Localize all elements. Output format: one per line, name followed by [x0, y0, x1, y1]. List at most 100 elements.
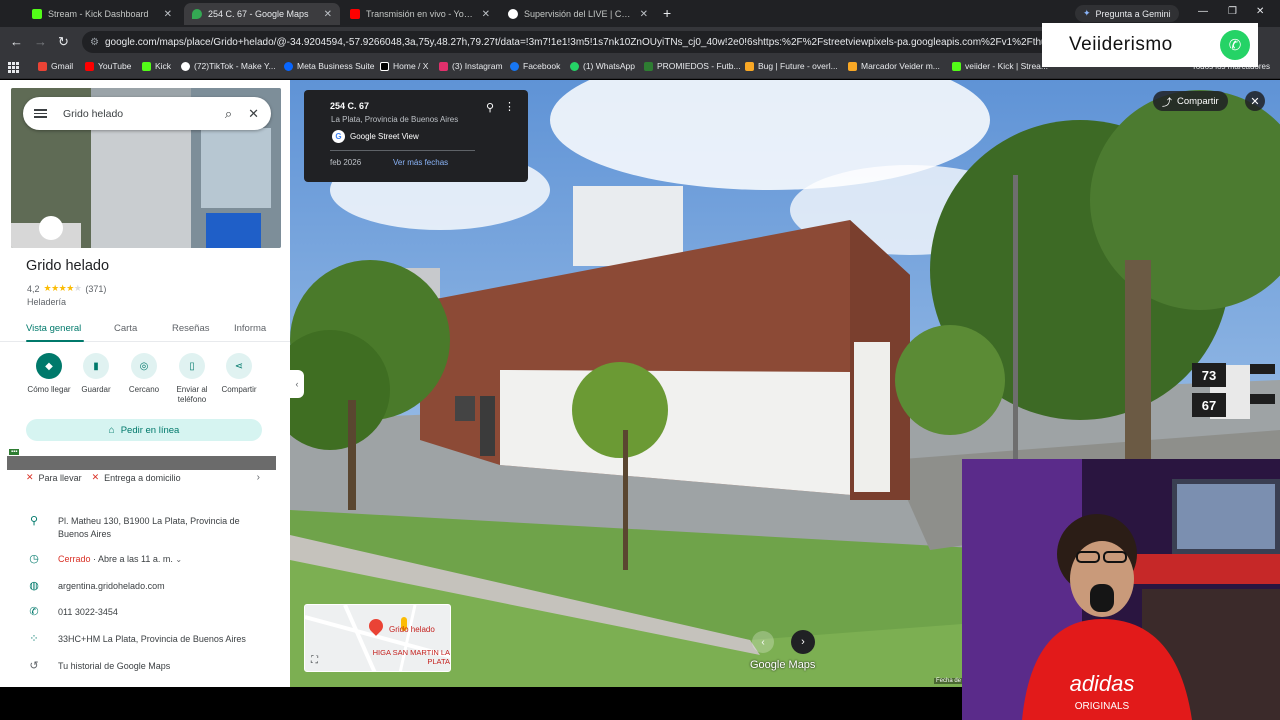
chevron-right-icon[interactable]: ›: [257, 472, 260, 483]
clock-icon: ◷: [29, 553, 39, 565]
bookmark-label: Home / X: [393, 61, 429, 71]
address-row[interactable]: ⚲ Pl. Matheu 130, B1900 La Plata, Provin…: [26, 514, 276, 542]
service-options[interactable]: ✕ Para llevar ✕ Entrega a domicilio ›: [26, 472, 266, 483]
sv-address-subtitle: La Plata, Provincia de Buenos Aires: [331, 115, 459, 124]
mini-map-poi-label: HIGA SAN MARTIN LA PLATA: [372, 648, 450, 666]
sv-capture-date: feb 2026: [330, 158, 362, 167]
svg-text:ORIGINALS: ORIGINALS: [1075, 701, 1130, 712]
kick-icon: [142, 61, 151, 71]
tab-youtube-live[interactable]: Transmisión en vivo - YouTube ✕: [342, 3, 498, 25]
imagery-date-footer: Fecha de: [934, 678, 964, 684]
shopping-bag-icon: ⌂: [108, 424, 115, 436]
window-close-icon[interactable]: ✕: [1256, 6, 1264, 17]
bookmark-label: (72)TikTok - Make Y...: [194, 61, 276, 71]
close-icon[interactable]: ✕: [640, 9, 648, 20]
location-pin-icon[interactable]: ⚲: [486, 101, 494, 114]
bookmark-marcador[interactable]: Marcador Veider m...: [848, 61, 940, 71]
webcam-overlay: adidas ORIGINALS: [962, 459, 1280, 720]
place-name: Grido helado: [26, 258, 110, 274]
bookmark-meta[interactable]: Meta Business Suite: [284, 61, 374, 71]
promiedos-icon: [644, 61, 653, 71]
bookmark-gmail[interactable]: Gmail: [38, 61, 73, 71]
google-g-icon: G: [332, 130, 345, 143]
nearby-button[interactable]: ◎ Cercano: [119, 353, 169, 395]
bookmark-tiktok[interactable]: (72)TikTok - Make Y...: [181, 61, 276, 71]
tab-google-maps[interactable]: 254 C. 67 - Google Maps ✕: [184, 3, 340, 25]
bookmark-youtube[interactable]: YouTube: [85, 61, 131, 71]
place-tabs: Vista general Carta Reseñas Informa: [0, 316, 290, 342]
brand-name: Veiiderismo: [1069, 34, 1173, 55]
close-icon[interactable]: ✕: [164, 9, 172, 20]
close-street-view-button[interactable]: ✕: [1245, 91, 1265, 111]
history-text: Tu historial de Google Maps: [58, 661, 171, 671]
bookmark-whatsapp[interactable]: (1) WhatsApp: [570, 61, 635, 71]
close-icon: ✕: [1250, 95, 1260, 108]
bookmark-x[interactable]: Home / X: [380, 61, 428, 71]
share-button[interactable]: ⤴ Compartir: [1153, 91, 1228, 111]
search-input[interactable]: Grido helado: [63, 108, 225, 120]
chevron-right-icon: ›: [801, 636, 805, 648]
tab-overview[interactable]: Vista general: [26, 323, 81, 334]
bookmark-kick[interactable]: Kick: [142, 61, 171, 71]
send-to-phone-button[interactable]: ▯ Enviar al teléfono: [167, 353, 217, 405]
place-rating[interactable]: 4,2 ★★★★★ (371): [27, 283, 106, 294]
place-category[interactable]: Heladería: [27, 297, 66, 307]
tab-info[interactable]: Informa: [234, 323, 266, 334]
share-place-button[interactable]: ⋖ Compartir: [214, 353, 264, 395]
service-option-takeout: Para llevar: [38, 472, 82, 483]
forward-icon[interactable]: →: [34, 34, 47, 49]
share-icon: ⋖: [226, 353, 252, 379]
gemini-button[interactable]: ✦ Pregunta a Gemini: [1075, 5, 1179, 22]
chevron-down-icon[interactable]: ⌄: [175, 555, 182, 564]
google-maps-logo: Google Maps: [750, 659, 816, 671]
mini-map[interactable]: Grido helado HIGA SAN MARTIN LA PLATA ⛶: [304, 604, 451, 672]
search-box[interactable]: Grido helado ⌕ ✕: [23, 97, 271, 130]
bookmark-facebook[interactable]: Facebook: [510, 61, 560, 71]
reload-icon[interactable]: ↻: [58, 34, 69, 50]
collapse-panel-button[interactable]: ‹: [290, 370, 304, 398]
action-label: Guardar: [81, 385, 111, 394]
tab-kick-dashboard[interactable]: Stream - Kick Dashboard ✕: [24, 3, 180, 25]
review-count[interactable]: (371): [85, 284, 106, 294]
history-row[interactable]: ↺ Tu historial de Google Maps: [26, 659, 276, 675]
new-tab-button[interactable]: +: [663, 5, 671, 21]
plus-code-row[interactable]: ⁘ 33HC+HM La Plata, Provincia de Buenos …: [26, 632, 276, 648]
phone-text: 011 3022-3454: [58, 607, 118, 617]
action-label: Cómo llegar: [27, 385, 71, 394]
phone-row[interactable]: ✆ 011 3022-3454: [26, 605, 276, 621]
marcador-icon: [848, 61, 857, 71]
restore-icon[interactable]: ❐: [1228, 6, 1237, 17]
bookmark-promiedos[interactable]: PROMIEDOS - Futb...: [644, 61, 741, 71]
close-icon[interactable]: ✕: [324, 9, 332, 20]
tab-label: Stream - Kick Dashboard: [48, 9, 149, 19]
more-options-icon[interactable]: ⋮: [504, 100, 515, 113]
more-dates-link[interactable]: Ver más fechas: [393, 158, 448, 167]
search-icon[interactable]: ⌕: [225, 106, 232, 122]
close-icon[interactable]: ✕: [482, 9, 490, 20]
bookmark-instagram[interactable]: (3) Instagram: [439, 61, 503, 71]
street-sign-67: 67: [1202, 398, 1216, 413]
tab-reviews[interactable]: Reseñas: [172, 323, 210, 334]
hours-row[interactable]: ◷ Cerrado · Abre a las 11 a. m. ⌄: [26, 552, 276, 568]
street-sign-73: 73: [1202, 368, 1216, 383]
directions-button[interactable]: ◆ Cómo llegar: [24, 353, 74, 395]
tab-menu[interactable]: Carta: [114, 323, 137, 334]
phone-send-icon: ▯: [179, 353, 205, 379]
save-button[interactable]: ▮ Guardar: [71, 353, 121, 395]
site-info-icon[interactable]: ⚙: [90, 37, 99, 48]
minimize-icon[interactable]: —: [1198, 6, 1208, 17]
next-arrow-button[interactable]: ›: [791, 630, 815, 654]
previous-arrow-button[interactable]: ‹: [752, 631, 774, 653]
bookmark-veiider-kick[interactable]: veiider - Kick | Strea...: [952, 61, 1048, 71]
back-icon[interactable]: ←: [10, 34, 23, 49]
bookmark-bug-future[interactable]: Bug | Future - overl...: [745, 61, 838, 71]
website-row[interactable]: ◍ argentina.gridohelado.com: [26, 579, 276, 595]
bookmark-label: PROMIEDOS - Futb...: [657, 61, 741, 71]
clear-search-icon[interactable]: ✕: [248, 106, 259, 122]
menu-icon[interactable]: [34, 109, 47, 118]
place-side-panel: Grido helado ⌕ ✕ Grido helado 4,2 ★★★★★ …: [0, 80, 290, 687]
apps-grid-icon[interactable]: [8, 62, 19, 73]
expand-icon[interactable]: ⛶: [311, 655, 318, 666]
tab-tiktok-live[interactable]: Supervisión del LIVE | Centro LI... ✕: [500, 3, 656, 25]
order-online-button[interactable]: ⌂ Pedir en línea: [26, 419, 262, 441]
